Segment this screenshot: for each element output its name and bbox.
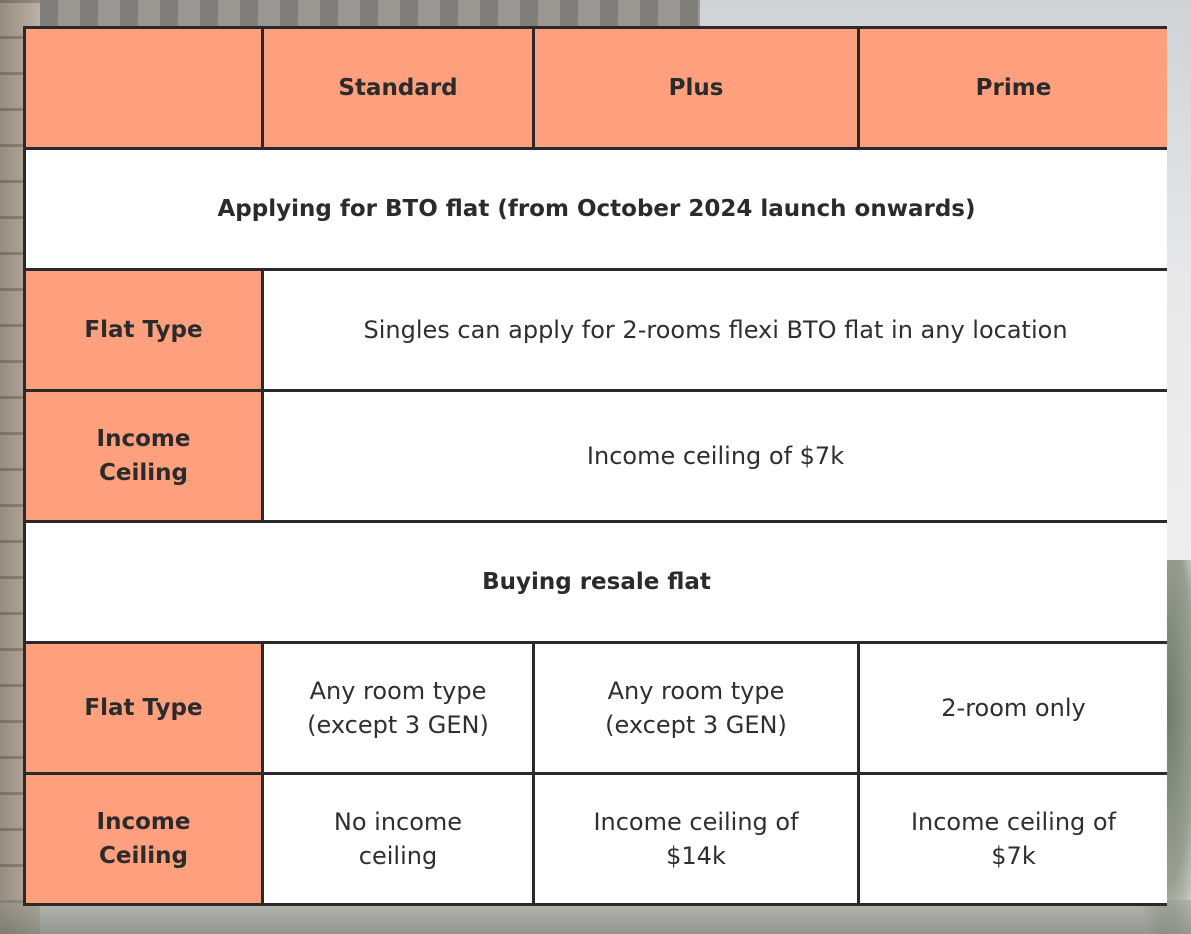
section-title-bto: Applying for BTO flat (from October 2024… [26, 150, 1167, 268]
resale-flat-type-plus: Any room type (except 3 GEN) [535, 644, 857, 772]
header-standard: Standard [264, 29, 532, 147]
resale-income-standard: No income ceiling [264, 775, 532, 903]
header-plus: Plus [535, 29, 857, 147]
row-label-resale-flat-type: Flat Type [26, 644, 261, 772]
row-label-bto-flat-type: Flat Type [26, 271, 261, 389]
row-label-bto-income-ceiling: Income Ceiling [26, 392, 261, 520]
header-prime: Prime [860, 29, 1167, 147]
section-title-resale: Buying resale flat [26, 523, 1167, 641]
resale-income-plus: Income ceiling of $14k [535, 775, 857, 903]
bto-flat-type-value: Singles can apply for 2-rooms flexi BTO … [264, 271, 1167, 389]
comparison-table: Standard Plus Prime Applying for BTO fla… [23, 26, 1167, 906]
resale-income-prime: Income ceiling of $7k [860, 775, 1167, 903]
resale-flat-type-standard: Any room type (except 3 GEN) [264, 644, 532, 772]
header-empty-cell [26, 29, 261, 147]
row-label-resale-income-ceiling: Income Ceiling [26, 775, 261, 903]
bto-income-ceiling-value: Income ceiling of $7k [264, 392, 1167, 520]
resale-flat-type-prime: 2-room only [860, 644, 1167, 772]
